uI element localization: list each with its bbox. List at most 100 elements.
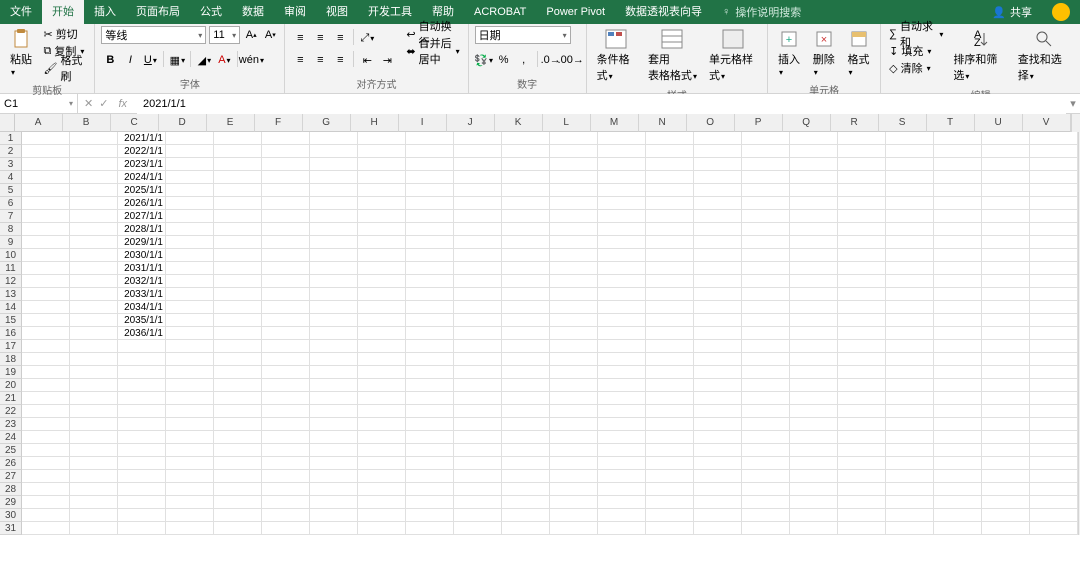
cell-E28[interactable]	[214, 483, 262, 496]
cell-A29[interactable]	[22, 496, 70, 509]
cell-E18[interactable]	[214, 353, 262, 366]
row-header-12[interactable]: 12	[0, 275, 22, 288]
cell-K10[interactable]	[502, 249, 550, 262]
cell-P22[interactable]	[742, 405, 790, 418]
cell-B21[interactable]	[70, 392, 118, 405]
cell-U2[interactable]	[982, 145, 1030, 158]
cell-A2[interactable]	[22, 145, 70, 158]
cell-K17[interactable]	[502, 340, 550, 353]
cell-D21[interactable]	[166, 392, 214, 405]
cell-U27[interactable]	[982, 470, 1030, 483]
cell-F16[interactable]	[262, 327, 310, 340]
cell-S20[interactable]	[886, 379, 934, 392]
cell-D28[interactable]	[166, 483, 214, 496]
cell-C9[interactable]: 2029/1/1	[118, 236, 166, 249]
cell-Q31[interactable]	[790, 522, 838, 535]
cell-P11[interactable]	[742, 262, 790, 275]
cell-N27[interactable]	[646, 470, 694, 483]
cell-N6[interactable]	[646, 197, 694, 210]
cell-J28[interactable]	[454, 483, 502, 496]
cell-S19[interactable]	[886, 366, 934, 379]
cell-O12[interactable]	[694, 275, 742, 288]
cell-M11[interactable]	[598, 262, 646, 275]
row-header-23[interactable]: 23	[0, 418, 22, 431]
cell-P30[interactable]	[742, 509, 790, 522]
cell-P31[interactable]	[742, 522, 790, 535]
cell-K13[interactable]	[502, 288, 550, 301]
cell-J21[interactable]	[454, 392, 502, 405]
cell-N5[interactable]	[646, 184, 694, 197]
fill-color-button[interactable]: ◢▾	[195, 51, 213, 69]
cell-N15[interactable]	[646, 314, 694, 327]
cell-R22[interactable]	[838, 405, 886, 418]
cell-O13[interactable]	[694, 288, 742, 301]
cell-G30[interactable]	[310, 509, 358, 522]
tab-formulas[interactable]: 公式	[190, 0, 232, 24]
cell-J5[interactable]	[454, 184, 502, 197]
cell-V19[interactable]	[1030, 366, 1078, 379]
cell-T12[interactable]	[934, 275, 982, 288]
cell-A16[interactable]	[22, 327, 70, 340]
cell-V5[interactable]	[1030, 184, 1078, 197]
cell-T31[interactable]	[934, 522, 982, 535]
cell-J12[interactable]	[454, 275, 502, 288]
cell-V21[interactable]	[1030, 392, 1078, 405]
cell-H27[interactable]	[358, 470, 406, 483]
cell-D13[interactable]	[166, 288, 214, 301]
cell-C8[interactable]: 2028/1/1	[118, 223, 166, 236]
cell-O24[interactable]	[694, 431, 742, 444]
col-header-S[interactable]: S	[879, 114, 927, 132]
cell-S14[interactable]	[886, 301, 934, 314]
cell-M6[interactable]	[598, 197, 646, 210]
cell-U6[interactable]	[982, 197, 1030, 210]
cell-H18[interactable]	[358, 353, 406, 366]
cell-F30[interactable]	[262, 509, 310, 522]
cell-Q11[interactable]	[790, 262, 838, 275]
cell-A10[interactable]	[22, 249, 70, 262]
cell-F3[interactable]	[262, 158, 310, 171]
cell-J10[interactable]	[454, 249, 502, 262]
cell-N13[interactable]	[646, 288, 694, 301]
cell-styles-button[interactable]: 单元格样式▾	[705, 26, 761, 85]
cell-H11[interactable]	[358, 262, 406, 275]
cell-A6[interactable]	[22, 197, 70, 210]
cell-O6[interactable]	[694, 197, 742, 210]
cell-F4[interactable]	[262, 171, 310, 184]
cell-L15[interactable]	[550, 314, 598, 327]
cell-B23[interactable]	[70, 418, 118, 431]
cell-E4[interactable]	[214, 171, 262, 184]
cell-G7[interactable]	[310, 210, 358, 223]
cell-F29[interactable]	[262, 496, 310, 509]
cell-I14[interactable]	[406, 301, 454, 314]
cell-I29[interactable]	[406, 496, 454, 509]
cell-Q6[interactable]	[790, 197, 838, 210]
row-header-7[interactable]: 7	[0, 210, 22, 223]
cell-S8[interactable]	[886, 223, 934, 236]
cell-T3[interactable]	[934, 158, 982, 171]
cell-V26[interactable]	[1030, 457, 1078, 470]
cell-L23[interactable]	[550, 418, 598, 431]
cell-N28[interactable]	[646, 483, 694, 496]
cell-H30[interactable]	[358, 509, 406, 522]
cell-T26[interactable]	[934, 457, 982, 470]
cell-T5[interactable]	[934, 184, 982, 197]
orientation-button[interactable]: ⤢▾	[358, 29, 376, 47]
cell-G26[interactable]	[310, 457, 358, 470]
row-header-19[interactable]: 19	[0, 366, 22, 379]
cell-O18[interactable]	[694, 353, 742, 366]
cell-D22[interactable]	[166, 405, 214, 418]
cell-N16[interactable]	[646, 327, 694, 340]
cell-U19[interactable]	[982, 366, 1030, 379]
cell-L19[interactable]	[550, 366, 598, 379]
cell-E31[interactable]	[214, 522, 262, 535]
cell-F17[interactable]	[262, 340, 310, 353]
cell-R9[interactable]	[838, 236, 886, 249]
cell-J6[interactable]	[454, 197, 502, 210]
cell-J11[interactable]	[454, 262, 502, 275]
cell-I18[interactable]	[406, 353, 454, 366]
cell-U12[interactable]	[982, 275, 1030, 288]
cell-B8[interactable]	[70, 223, 118, 236]
cell-C5[interactable]: 2025/1/1	[118, 184, 166, 197]
align-top-button[interactable]: ≡	[291, 29, 309, 47]
tab-acrobat[interactable]: ACROBAT	[464, 0, 536, 24]
